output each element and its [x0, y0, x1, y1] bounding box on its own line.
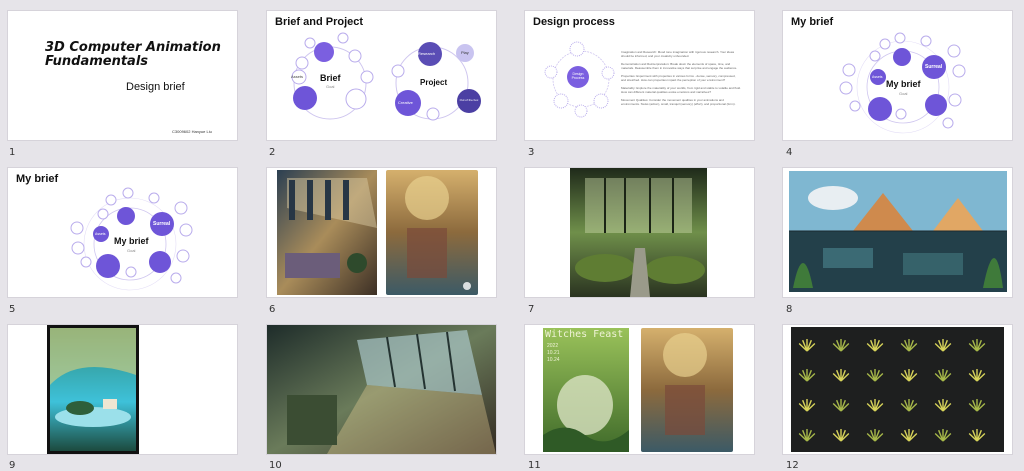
process-paragraph: Imagination and Research: Mood tone imag…: [621, 50, 735, 58]
slide-subtitle: Design brief: [126, 81, 185, 93]
title-line-1: 3D Computer Animation: [45, 40, 221, 55]
my-brief-center-label: My brief: [114, 236, 149, 246]
process-paragraph: Movement Qualities: Consider the movemen…: [621, 98, 736, 106]
project-research-label: Research: [418, 51, 436, 56]
my-brief-diagram: [70, 187, 193, 291]
slide-number: 2: [269, 147, 276, 158]
author-text: C3009602 Hanyue Liu: [172, 129, 212, 134]
poster-date: 10.24: [547, 357, 560, 363]
process-paragraph: Properties: Experiment with properties i…: [621, 74, 736, 82]
poster-title: Witches Feast: [545, 329, 624, 340]
slide-number: 7: [528, 304, 535, 315]
slide-thumbnail-12[interactable]: [783, 325, 1012, 454]
slide-number: 8: [786, 304, 793, 315]
slide-thumbnail-4[interactable]: My brief My brief Goal Surreal Assets: [783, 11, 1012, 140]
slide-title: My brief: [791, 16, 834, 28]
my-brief-goal-label: Goal: [127, 248, 136, 253]
slide-title: Brief and Project: [275, 16, 364, 28]
my-brief-diagram: [839, 32, 966, 134]
process-paragraph: Materiality: Explore the materiality of …: [621, 86, 741, 94]
concept-art-images: [277, 170, 478, 295]
surreal-node-label: Surreal: [153, 221, 171, 227]
slide-number: 5: [9, 304, 16, 315]
slide-number: 11: [528, 460, 541, 471]
plant-assets-grid: [791, 327, 1004, 452]
brief-goal-label: Goal: [326, 84, 335, 89]
slide-thumbnail-7[interactable]: [525, 168, 754, 297]
design-process-center-label: Design Process: [571, 72, 585, 80]
slide-number: 9: [9, 460, 16, 471]
slide-number: 10: [269, 460, 282, 471]
slide-thumbnail-2[interactable]: Brief and Project Brief Goal Assets Proj…: [267, 11, 496, 140]
title-line-2: Fundamentals: [45, 54, 149, 69]
slide-thumbnail-8[interactable]: [783, 168, 1012, 297]
assets-node-label: Assets: [95, 232, 106, 236]
poster-year: 2022: [547, 343, 559, 349]
brief-center-label: Brief: [320, 73, 341, 83]
slide-number: 3: [528, 147, 535, 158]
project-creative-label: Creative: [398, 100, 413, 105]
slide-thumbnail-11[interactable]: Witches Feast 2022 10.21 10.24: [525, 325, 754, 454]
sunlit-room-image: [267, 325, 496, 454]
fantasy-landscape-image: [47, 325, 139, 454]
brief-assets-label: Assets: [291, 74, 304, 79]
process-paragraph: Demonstration and Reinterpretation: Brea…: [621, 62, 738, 70]
my-brief-center-label: My brief: [886, 79, 921, 89]
slide-title: My brief: [16, 173, 59, 185]
project-play-label: Play: [461, 50, 469, 55]
slide-thumbnail-6[interactable]: [267, 168, 496, 297]
slide-thumbnail-3[interactable]: Design process Design Process Imaginatio…: [525, 11, 754, 140]
greenhouse-image: [570, 168, 707, 297]
slide-thumbnail-10[interactable]: [267, 325, 496, 454]
surreal-node-label: Surreal: [925, 64, 943, 70]
illustrated-greenhouse-image: [789, 171, 1007, 292]
slide-thumbnail-9[interactable]: [8, 325, 237, 454]
assets-node-label: Assets: [872, 75, 883, 79]
slide-number: 4: [786, 147, 793, 158]
project-outofbox-label: Out of the box: [459, 98, 479, 102]
poster-date: 10.21: [547, 350, 560, 356]
project-center-label: Project: [420, 78, 448, 87]
slide-title: Design process: [533, 16, 615, 28]
slide-thumbnail-1[interactable]: 3D Computer Animation Fundamentals Desig…: [8, 11, 237, 140]
slide-number: 6: [269, 304, 276, 315]
my-brief-goal-label: Goal: [899, 91, 908, 96]
poster-images: [543, 328, 733, 452]
slide-thumbnail-5[interactable]: My brief My brief Goal Surreal Assets: [8, 168, 237, 297]
slide-number: 1: [9, 147, 16, 158]
slide-number: 12: [786, 460, 799, 471]
